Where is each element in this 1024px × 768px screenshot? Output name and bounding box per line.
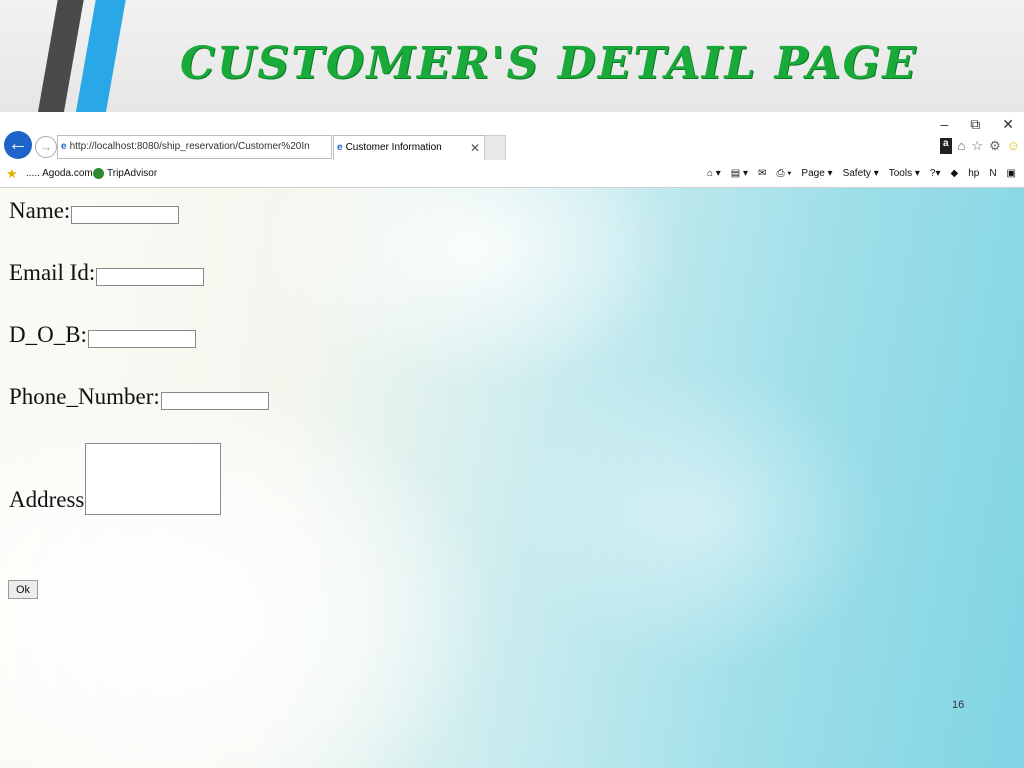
smiley-feedback-icon[interactable]: ☺ xyxy=(1007,138,1020,154)
page-menu[interactable]: Page ▾ xyxy=(801,160,832,187)
name-label: Name: xyxy=(9,198,71,223)
favorites-bar: ★ ..... Agoda.com TripAdvisor ⌂ ▾ ▤ ▾ ✉ … xyxy=(0,160,1024,188)
favorites-star-icon[interactable]: ☆ xyxy=(971,138,983,154)
tab-title: Customer Information xyxy=(345,142,442,153)
tab-customer-information[interactable]: e Customer Information ✕ xyxy=(333,135,485,160)
mail-icon[interactable]: ✉ xyxy=(758,160,766,187)
new-tab-button[interactable] xyxy=(484,135,506,161)
favorite-agoda[interactable]: ..... Agoda.com xyxy=(26,160,93,187)
address-row: Address xyxy=(9,443,222,515)
favorite-tripadvisor[interactable]: TripAdvisor xyxy=(93,160,157,187)
home-dropdown-icon[interactable]: ⌂ ▾ xyxy=(707,160,721,187)
name-input[interactable] xyxy=(71,206,180,224)
phone-label: Phone_Number: xyxy=(9,384,160,409)
amazon-icon[interactable]: a xyxy=(939,138,952,154)
page-content: Name: Email Id: D_O_B: Phone_Number: Add… xyxy=(0,188,1024,768)
home-icon[interactable]: ⌂ xyxy=(958,138,966,154)
slide-page-number: 16 xyxy=(952,699,965,711)
slide-header: CUSTOMER'S DETAIL PAGE xyxy=(0,0,1024,112)
decorative-stripe-blue xyxy=(74,0,128,112)
addon-icon[interactable]: ◆ xyxy=(950,160,958,187)
tools-menu[interactable]: Tools ▾ xyxy=(889,160,920,187)
dob-input[interactable] xyxy=(87,330,196,348)
address-label: Address xyxy=(9,487,85,512)
favorite-tripadvisor-label: TripAdvisor xyxy=(107,168,158,179)
ie-page-icon: e xyxy=(61,141,67,152)
hp-icon[interactable]: hp xyxy=(968,160,979,187)
dob-label: D_O_B: xyxy=(9,322,87,347)
print-icon[interactable]: ⎙ ▾ xyxy=(776,160,791,187)
minimize-button[interactable]: – xyxy=(940,116,948,133)
email-input[interactable] xyxy=(96,268,205,286)
browser-toolbar: – ⧉ ✕ ← → e http://localhost:8080/ship_re… xyxy=(0,112,1024,161)
phone-row: Phone_Number: xyxy=(9,384,269,410)
window-controls: – ⧉ ✕ xyxy=(940,116,1014,133)
favorite-agoda-label: Agoda.com xyxy=(42,168,93,179)
research-icon[interactable]: ▣ xyxy=(1007,160,1016,187)
phone-input[interactable] xyxy=(160,392,269,410)
address-url: http://localhost:8080/ship_reservation/C… xyxy=(69,141,310,152)
gear-icon[interactable]: ⚙ xyxy=(989,138,1001,154)
back-arrow-icon[interactable]: ← xyxy=(4,131,32,159)
feeds-icon[interactable]: ▤ ▾ xyxy=(731,160,748,187)
tripadvisor-icon xyxy=(93,167,104,179)
command-bar: ⌂ ▾ ▤ ▾ ✉ ⎙ ▾ Page ▾ Safety ▾ Tools ▾ ?▾… xyxy=(707,160,1016,187)
slide-title: CUSTOMER'S DETAIL PAGE xyxy=(180,38,918,89)
email-row: Email Id: xyxy=(9,260,205,286)
help-icon[interactable]: ?▾ xyxy=(930,160,941,187)
onenote-icon[interactable]: N xyxy=(989,160,996,187)
address-bar[interactable]: e http://localhost:8080/ship_reservation/… xyxy=(57,135,332,159)
tab-close-icon[interactable]: ✕ xyxy=(470,136,480,160)
ok-button[interactable]: Ok xyxy=(8,580,39,599)
forward-arrow-icon[interactable]: → xyxy=(35,136,57,158)
favorites-add-icon[interactable]: ★ xyxy=(6,160,18,187)
restore-button[interactable]: ⧉ xyxy=(970,116,980,133)
close-window-button[interactable]: ✕ xyxy=(1002,116,1014,133)
ie-tab-icon: e xyxy=(337,142,343,153)
safety-menu[interactable]: Safety ▾ xyxy=(843,160,879,187)
dob-row: D_O_B: xyxy=(9,322,196,348)
agoda-prefix: ..... xyxy=(26,168,40,179)
email-label: Email Id: xyxy=(9,260,96,285)
name-row: Name: xyxy=(9,198,180,224)
toolbar-right-icons: a ⌂ ☆ ⚙ ☺ xyxy=(939,138,1020,154)
address-textarea[interactable] xyxy=(85,443,222,515)
